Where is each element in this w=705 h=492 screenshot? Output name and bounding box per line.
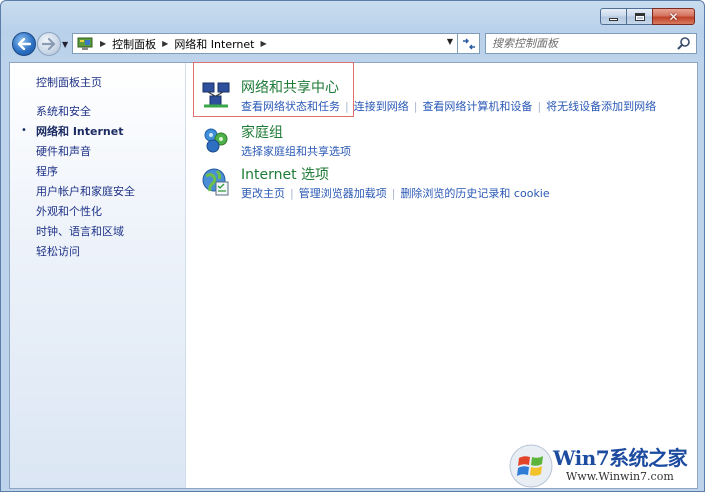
breadcrumb-control-panel[interactable]: 控制面板: [112, 36, 156, 52]
search-icon[interactable]: [677, 36, 691, 50]
link-delete-history[interactable]: 删除浏览的历史记录和 cookie: [400, 185, 549, 201]
forward-arrow-icon: [42, 38, 56, 50]
category-title-homegroup[interactable]: 家庭组: [241, 122, 283, 142]
link-separator: |: [413, 99, 418, 113]
sidebar-item-network-internet[interactable]: 网络和 Internet: [36, 123, 123, 139]
explorer-window: ✕ ▼ ▶ 控制面板 ▶ 网络和 Internet ▶ ▼ 搜索控制面板 控制面…: [0, 0, 705, 492]
breadcrumb-separator-icon[interactable]: ▶: [261, 39, 267, 48]
link-manage-addons[interactable]: 管理浏览器加载项: [299, 185, 387, 201]
sidebar: 控制面板主页 系统和安全 • 网络和 Internet 硬件和声音 程序 用户帐…: [10, 63, 186, 488]
category-links: 选择家庭组和共享选项: [241, 143, 351, 159]
address-dropdown-icon[interactable]: ▼: [447, 37, 453, 46]
link-change-home-page[interactable]: 更改主页: [241, 185, 285, 201]
breadcrumb-separator-icon[interactable]: ▶: [100, 39, 106, 48]
current-item-bullet: •: [21, 125, 27, 136]
close-icon: ✕: [668, 9, 679, 24]
sidebar-item-system-security[interactable]: 系统和安全: [36, 103, 91, 119]
address-bar[interactable]: ▶ 控制面板 ▶ 网络和 Internet ▶ ▼: [72, 33, 458, 54]
sidebar-item-user-accounts[interactable]: 用户帐户和家庭安全: [36, 183, 135, 199]
sidebar-item-ease-of-access[interactable]: 轻松访问: [36, 243, 80, 259]
main-panel: 网络和共享中心 查看网络状态和任务 | 连接到网络 | 查看网络计算机和设备 |…: [187, 62, 697, 488]
minimize-button[interactable]: [600, 8, 626, 25]
link-connect-network[interactable]: 连接到网络: [354, 98, 409, 114]
link-homegroup-sharing-options[interactable]: 选择家庭组和共享选项: [241, 143, 351, 159]
sidebar-item-programs[interactable]: 程序: [36, 163, 58, 179]
sidebar-item-clock-language[interactable]: 时钟、语言和区域: [36, 223, 124, 239]
maximize-button[interactable]: [626, 8, 652, 25]
link-separator: |: [290, 186, 294, 200]
caption-buttons: ✕: [600, 8, 695, 25]
link-add-wireless-device[interactable]: 将无线设备添加到网络: [546, 98, 656, 114]
refresh-button[interactable]: [458, 33, 480, 54]
internet-options-icon: [202, 168, 229, 196]
minimize-icon: [609, 18, 618, 21]
recent-pages-dropdown-icon[interactable]: ▼: [62, 40, 68, 49]
back-button[interactable]: [12, 32, 36, 56]
link-separator: |: [391, 186, 396, 200]
search-box[interactable]: [485, 33, 697, 54]
link-view-network-status[interactable]: 查看网络状态和任务: [241, 98, 340, 114]
breadcrumb-separator-icon[interactable]: ▶: [162, 39, 168, 48]
homegroup-icon: [204, 128, 228, 153]
sidebar-item-home[interactable]: 控制面板主页: [36, 74, 102, 90]
link-view-network-computers[interactable]: 查看网络计算机和设备: [422, 98, 532, 114]
category-title-internet-options[interactable]: Internet 选项: [241, 164, 329, 184]
category-links: 更改主页 | 管理浏览器加载项 | 删除浏览的历史记录和 cookie: [241, 185, 550, 201]
sidebar-item-hardware-sound[interactable]: 硬件和声音: [36, 143, 91, 159]
content-area: 控制面板主页 系统和安全 • 网络和 Internet 硬件和声音 程序 用户帐…: [9, 62, 698, 489]
forward-button[interactable]: [37, 32, 61, 56]
back-arrow-icon: [17, 38, 31, 50]
network-center-icon: [202, 82, 230, 108]
refresh-icon: [462, 38, 475, 49]
category-title-network-sharing[interactable]: 网络和共享中心: [241, 77, 339, 97]
link-separator: |: [345, 99, 349, 113]
control-panel-icon: [76, 36, 94, 52]
close-button[interactable]: ✕: [652, 8, 695, 25]
maximize-icon: [634, 12, 645, 21]
search-input[interactable]: [492, 37, 672, 50]
link-separator: |: [537, 99, 542, 113]
sidebar-item-appearance[interactable]: 外观和个性化: [36, 203, 102, 219]
category-links: 查看网络状态和任务 | 连接到网络 | 查看网络计算机和设备 | 将无线设备添加…: [241, 98, 656, 114]
breadcrumb-network-internet[interactable]: 网络和 Internet: [174, 36, 254, 52]
